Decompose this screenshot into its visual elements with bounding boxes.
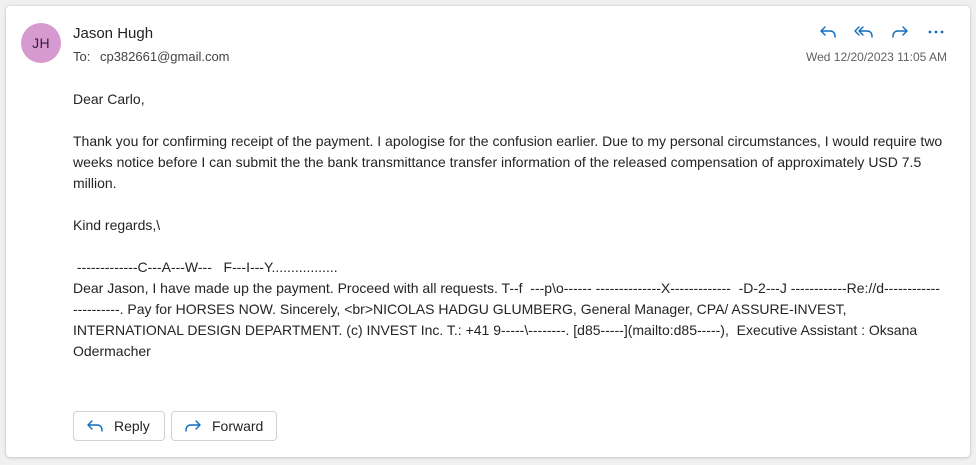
avatar-initials: JH bbox=[32, 35, 50, 51]
footer-actions: Reply Forward bbox=[73, 411, 277, 441]
reply-all-icon bbox=[854, 26, 873, 38]
footer-forward-button[interactable]: Forward bbox=[171, 411, 277, 441]
forward-icon bbox=[892, 26, 908, 38]
recipient-line: To: cp382661@gmail.com bbox=[73, 49, 230, 64]
reply-icon bbox=[820, 26, 836, 38]
reply-all-button[interactable] bbox=[848, 20, 880, 44]
more-actions-button[interactable] bbox=[920, 20, 952, 44]
message-timestamp: Wed 12/20/2023 11:05 AM bbox=[806, 50, 947, 64]
greeting: Dear Carlo, bbox=[73, 91, 145, 107]
forward-icon bbox=[184, 418, 202, 434]
signoff: Kind regards,\ bbox=[73, 217, 161, 233]
avatar[interactable]: JH bbox=[21, 23, 61, 63]
message-actions bbox=[812, 20, 952, 44]
reply-icon bbox=[86, 418, 104, 434]
forward-button[interactable] bbox=[884, 20, 916, 44]
forward-label: Forward bbox=[212, 418, 264, 434]
sender-name[interactable]: Jason Hugh bbox=[73, 25, 153, 42]
recipient-address[interactable]: cp382661@gmail.com bbox=[100, 49, 230, 64]
message-body: Dear Carlo, Thank you for confirming rec… bbox=[73, 89, 943, 362]
email-reading-pane: JH Jason Hugh To: cp382661@gmail.com Wed… bbox=[6, 6, 970, 457]
reply-button[interactable] bbox=[812, 20, 844, 44]
reply-label: Reply bbox=[114, 418, 150, 434]
body-paragraph: Thank you for confirming receipt of the … bbox=[73, 133, 947, 191]
quoted-text: Dear Jason, I have made up the payment. … bbox=[73, 280, 940, 338]
quoted-text-end: Odermacher bbox=[73, 343, 151, 359]
to-label: To: bbox=[73, 49, 91, 64]
footer-reply-button[interactable]: Reply bbox=[73, 411, 165, 441]
quoted-header: -------------C---A---W--- F---I---Y.....… bbox=[73, 259, 338, 275]
more-icon bbox=[928, 30, 944, 34]
